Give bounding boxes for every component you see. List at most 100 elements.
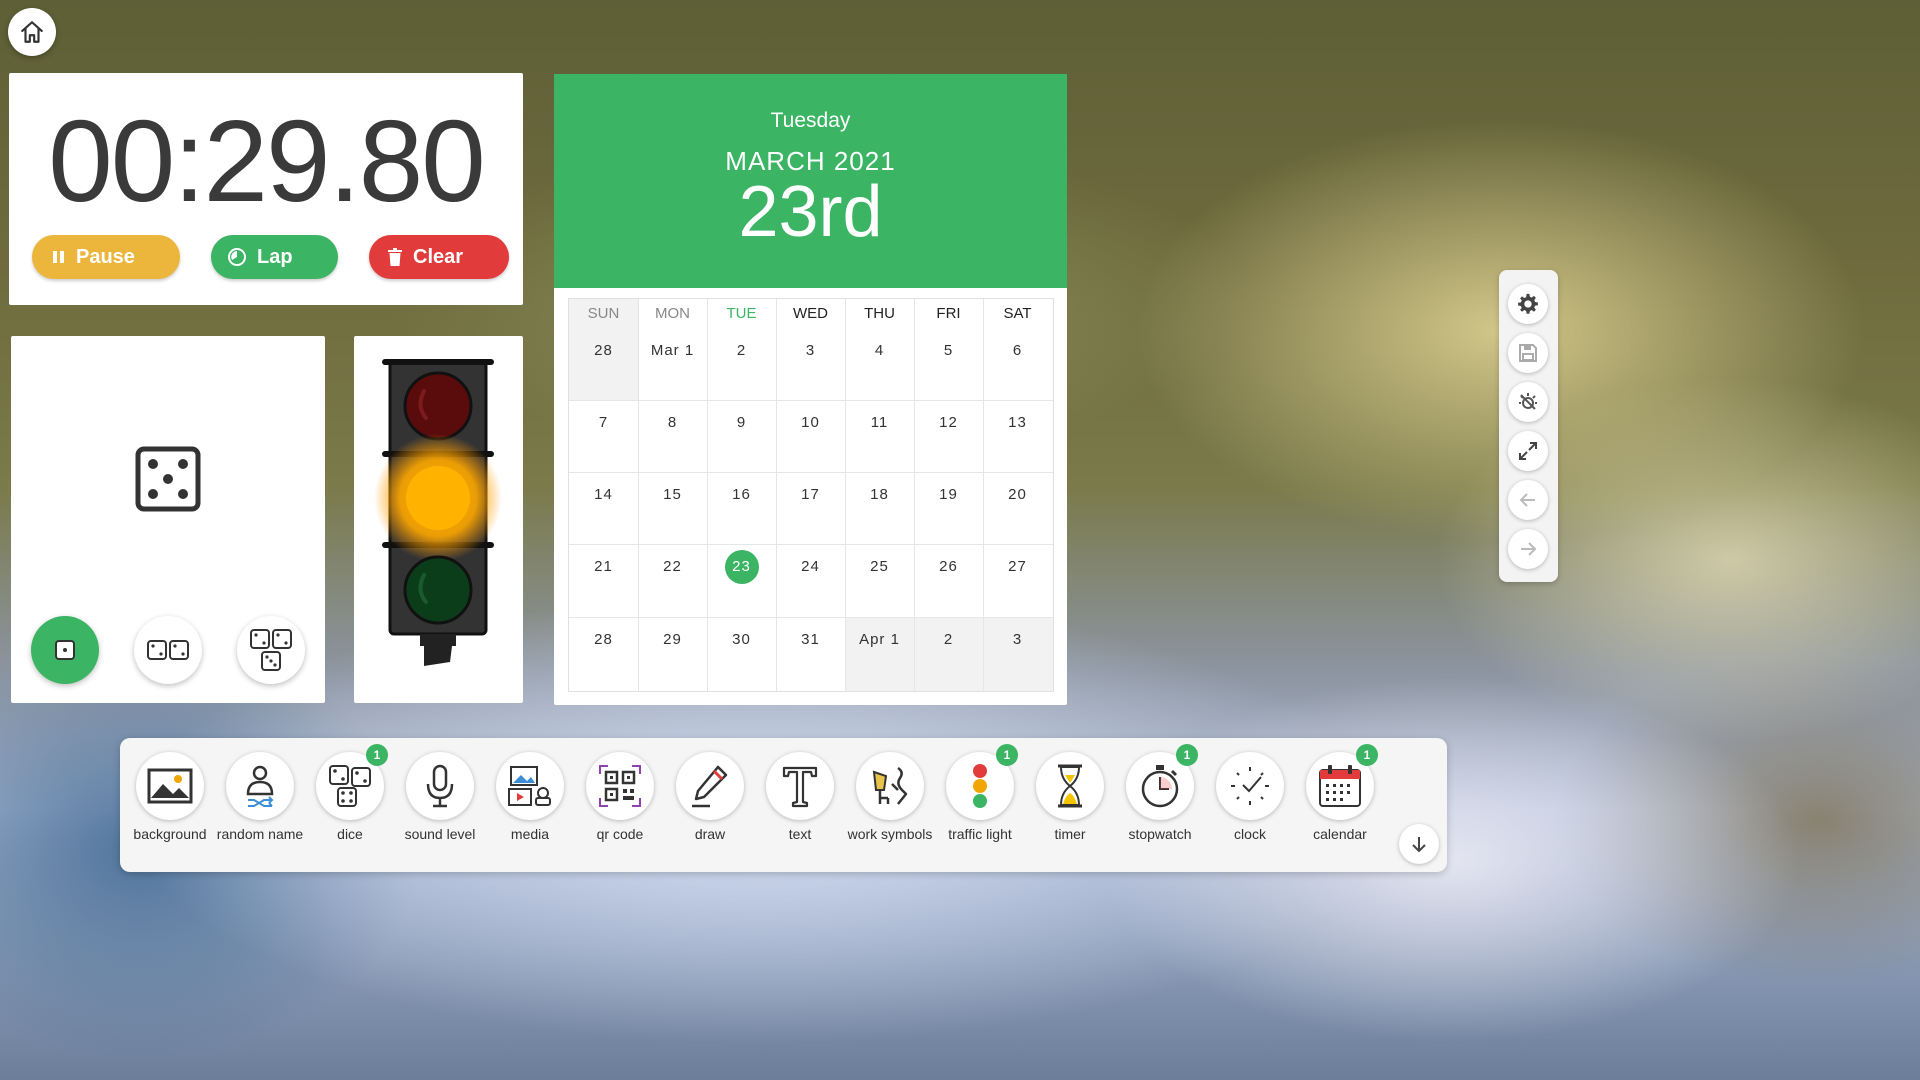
calendar-day[interactable]: 28 bbox=[569, 631, 638, 648]
calendar-weekday: Tuesday bbox=[770, 109, 851, 132]
dock-item-media[interactable]: media bbox=[485, 752, 575, 842]
media-icon bbox=[508, 766, 551, 806]
dock-label: timer bbox=[1054, 826, 1086, 842]
dock-item-text[interactable]: text bbox=[755, 752, 845, 842]
fullscreen-button[interactable] bbox=[1508, 431, 1548, 471]
settings-button[interactable] bbox=[1508, 284, 1548, 324]
dock-item-dice[interactable]: 1 dice bbox=[305, 744, 395, 842]
gear-icon bbox=[1518, 293, 1538, 314]
home-button[interactable] bbox=[8, 8, 56, 56]
calendar-day[interactable]: 13 bbox=[983, 414, 1052, 431]
calendar-day[interactable]: 21 bbox=[569, 558, 638, 575]
two-dice-icon bbox=[147, 640, 189, 660]
dock-item-calendar[interactable]: 1 calendar bbox=[1295, 744, 1385, 842]
red-light[interactable] bbox=[403, 371, 473, 441]
two-dice-button[interactable] bbox=[134, 616, 202, 684]
home-icon bbox=[21, 21, 43, 43]
calendar-day[interactable]: 26 bbox=[914, 558, 983, 575]
traffic-light-widget bbox=[354, 336, 523, 703]
calendar-day[interactable]: 14 bbox=[569, 486, 638, 503]
calendar-day[interactable]: 4 bbox=[845, 342, 914, 359]
dice-icon bbox=[329, 765, 371, 807]
dock-label: traffic light bbox=[948, 826, 1012, 842]
dock-collapse-button[interactable] bbox=[1399, 824, 1439, 864]
calendar-day[interactable]: 11 bbox=[845, 414, 914, 431]
calendar-day[interactable]: 2 bbox=[914, 631, 983, 648]
calendar-widget: Tuesday MARCH 2021 23rd SUN MON TUE WED … bbox=[554, 74, 1067, 705]
calendar-day[interactable]: 7 bbox=[569, 414, 638, 431]
dock-label: calendar bbox=[1313, 826, 1367, 842]
stopwatch-time: 00:29.80 bbox=[48, 96, 486, 226]
forward-button[interactable] bbox=[1508, 529, 1548, 569]
dock-item-timer[interactable]: timer bbox=[1025, 752, 1115, 842]
dow-mon: MON bbox=[655, 305, 690, 322]
calendar-day[interactable]: 28 bbox=[569, 342, 638, 359]
calendar-icon bbox=[1319, 765, 1361, 807]
dock-item-sound-level[interactable]: sound level bbox=[395, 752, 485, 842]
clear-button[interactable]: Clear bbox=[369, 235, 509, 279]
calendar-day[interactable]: 29 bbox=[638, 631, 707, 648]
three-dice-button[interactable] bbox=[237, 616, 305, 684]
one-die-icon bbox=[55, 640, 75, 660]
dock-label: work symbols bbox=[847, 826, 933, 842]
calendar-header: Tuesday MARCH 2021 23rd bbox=[554, 74, 1067, 288]
calendar-day[interactable]: 22 bbox=[638, 558, 707, 575]
calendar-day-selected[interactable]: 23 bbox=[707, 558, 776, 575]
hourglass-icon bbox=[1058, 764, 1082, 808]
calendar-day[interactable]: Apr 1 bbox=[845, 631, 914, 648]
calendar-day[interactable]: 3 bbox=[983, 631, 1052, 648]
calendar-day[interactable]: Mar 1 bbox=[638, 342, 707, 359]
traffic-light-badge: 1 bbox=[996, 744, 1018, 766]
dock-item-work-symbols[interactable]: work symbols bbox=[845, 752, 935, 842]
calendar-day[interactable]: 5 bbox=[914, 342, 983, 359]
amber-light[interactable] bbox=[406, 466, 470, 530]
save-button[interactable] bbox=[1508, 333, 1548, 373]
dow-sat: SAT bbox=[1003, 305, 1032, 322]
dock-item-background[interactable]: background bbox=[125, 752, 215, 842]
die-face-five[interactable] bbox=[135, 446, 201, 512]
dock-label: sound level bbox=[404, 826, 476, 842]
calendar-day[interactable]: 15 bbox=[638, 486, 707, 503]
calendar-day[interactable]: 17 bbox=[776, 486, 845, 503]
dock-item-clock[interactable]: clock bbox=[1205, 752, 1295, 842]
pause-label: Pause bbox=[76, 245, 135, 268]
calendar-day[interactable]: 6 bbox=[983, 342, 1052, 359]
calendar-day[interactable]: 12 bbox=[914, 414, 983, 431]
calendar-day[interactable]: 2 bbox=[707, 342, 776, 359]
calendar-day[interactable]: 30 bbox=[707, 631, 776, 648]
calendar-grid: SUN MON TUE WED THU FRI SAT 28 Mar 1 2 3… bbox=[568, 298, 1054, 692]
dock-item-qr-code[interactable]: qr code bbox=[575, 752, 665, 842]
green-light[interactable] bbox=[403, 555, 473, 625]
back-button[interactable] bbox=[1508, 480, 1548, 520]
dock-item-traffic-light[interactable]: 1 traffic light bbox=[935, 744, 1025, 842]
calendar-day[interactable]: 18 bbox=[845, 486, 914, 503]
traffic-light-graphic bbox=[374, 359, 502, 666]
clear-label: Clear bbox=[413, 245, 464, 268]
calendar-day[interactable]: 25 bbox=[845, 558, 914, 575]
dock-item-draw[interactable]: draw bbox=[665, 752, 755, 842]
traffic-light-icon bbox=[973, 764, 987, 808]
one-die-button[interactable] bbox=[31, 616, 99, 684]
calendar-day[interactable]: 24 bbox=[776, 558, 845, 575]
pause-button[interactable]: Pause bbox=[32, 235, 180, 279]
save-icon bbox=[1519, 344, 1537, 362]
calendar-day[interactable]: 3 bbox=[776, 342, 845, 359]
calendar-day[interactable]: 9 bbox=[707, 414, 776, 431]
text-icon bbox=[782, 766, 818, 808]
dock-label: random name bbox=[216, 826, 304, 842]
calendar-day[interactable]: 10 bbox=[776, 414, 845, 431]
calendar-day[interactable]: 8 bbox=[638, 414, 707, 431]
calendar-day[interactable]: 27 bbox=[983, 558, 1052, 575]
lap-label: Lap bbox=[257, 245, 293, 268]
dock-label: stopwatch bbox=[1128, 826, 1192, 842]
calendar-day[interactable]: 16 bbox=[707, 486, 776, 503]
dock-item-stopwatch[interactable]: 1 stopwatch bbox=[1115, 744, 1205, 842]
dock-item-random-name[interactable]: random name bbox=[215, 752, 305, 842]
dock-label: clock bbox=[1234, 826, 1266, 842]
calendar-day[interactable]: 20 bbox=[983, 486, 1052, 503]
calendar-day[interactable]: 19 bbox=[914, 486, 983, 503]
calendar-day[interactable]: 31 bbox=[776, 631, 845, 648]
dock-label: text bbox=[788, 826, 812, 842]
lap-button[interactable]: Lap bbox=[211, 235, 338, 279]
hide-widgets-button[interactable] bbox=[1508, 382, 1548, 422]
